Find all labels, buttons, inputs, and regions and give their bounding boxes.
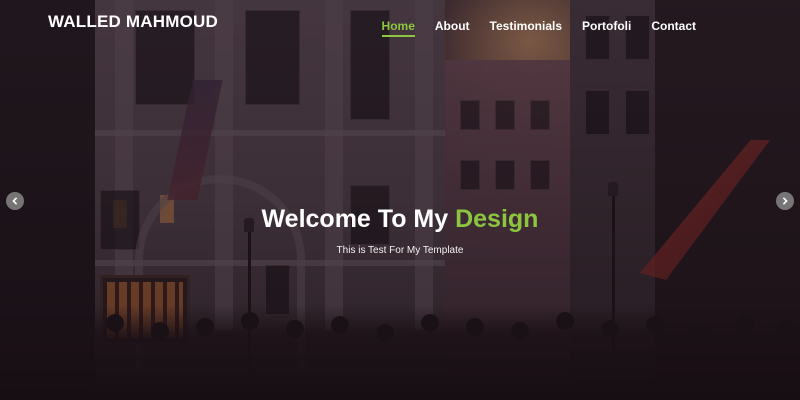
nav-item-testimonials: Testimonials	[490, 17, 562, 37]
chevron-left-icon	[12, 197, 18, 205]
brand-logo[interactable]: WALLED MAHMOUD	[48, 12, 218, 32]
carousel-next-button[interactable]	[776, 192, 794, 210]
hero-title: Welcome To My Design	[0, 203, 800, 235]
nav-menu: Home About Testimonials Portofoli Contac…	[362, 17, 696, 37]
navbar: WALLED MAHMOUD Home About Testimonials P…	[0, 0, 800, 46]
nav-item-contact: Contact	[651, 17, 696, 37]
nav-link-portofoli[interactable]: Portofoli	[582, 19, 631, 35]
nav-item-about: About	[435, 17, 470, 37]
hero-slider: WALLED MAHMOUD Home About Testimonials P…	[0, 0, 800, 400]
nav-link-contact[interactable]: Contact	[651, 19, 696, 35]
carousel-prev-button[interactable]	[6, 192, 24, 210]
nav-link-testimonials[interactable]: Testimonials	[490, 19, 562, 35]
dark-overlay	[0, 0, 800, 400]
hero-subtitle: This is Test For My Template	[336, 245, 464, 256]
chevron-right-icon	[782, 197, 788, 205]
nav-item-portofoli: Portofoli	[582, 17, 631, 37]
hero-title-main: Welcome To My	[261, 205, 456, 233]
hero-title-accent: Design	[455, 205, 539, 233]
hero-caption: Welcome To My Design This is Test For My…	[0, 203, 800, 256]
nav-link-about[interactable]: About	[435, 19, 470, 35]
nav-item-home: Home	[381, 17, 415, 37]
nav-link-home[interactable]: Home	[381, 19, 415, 37]
